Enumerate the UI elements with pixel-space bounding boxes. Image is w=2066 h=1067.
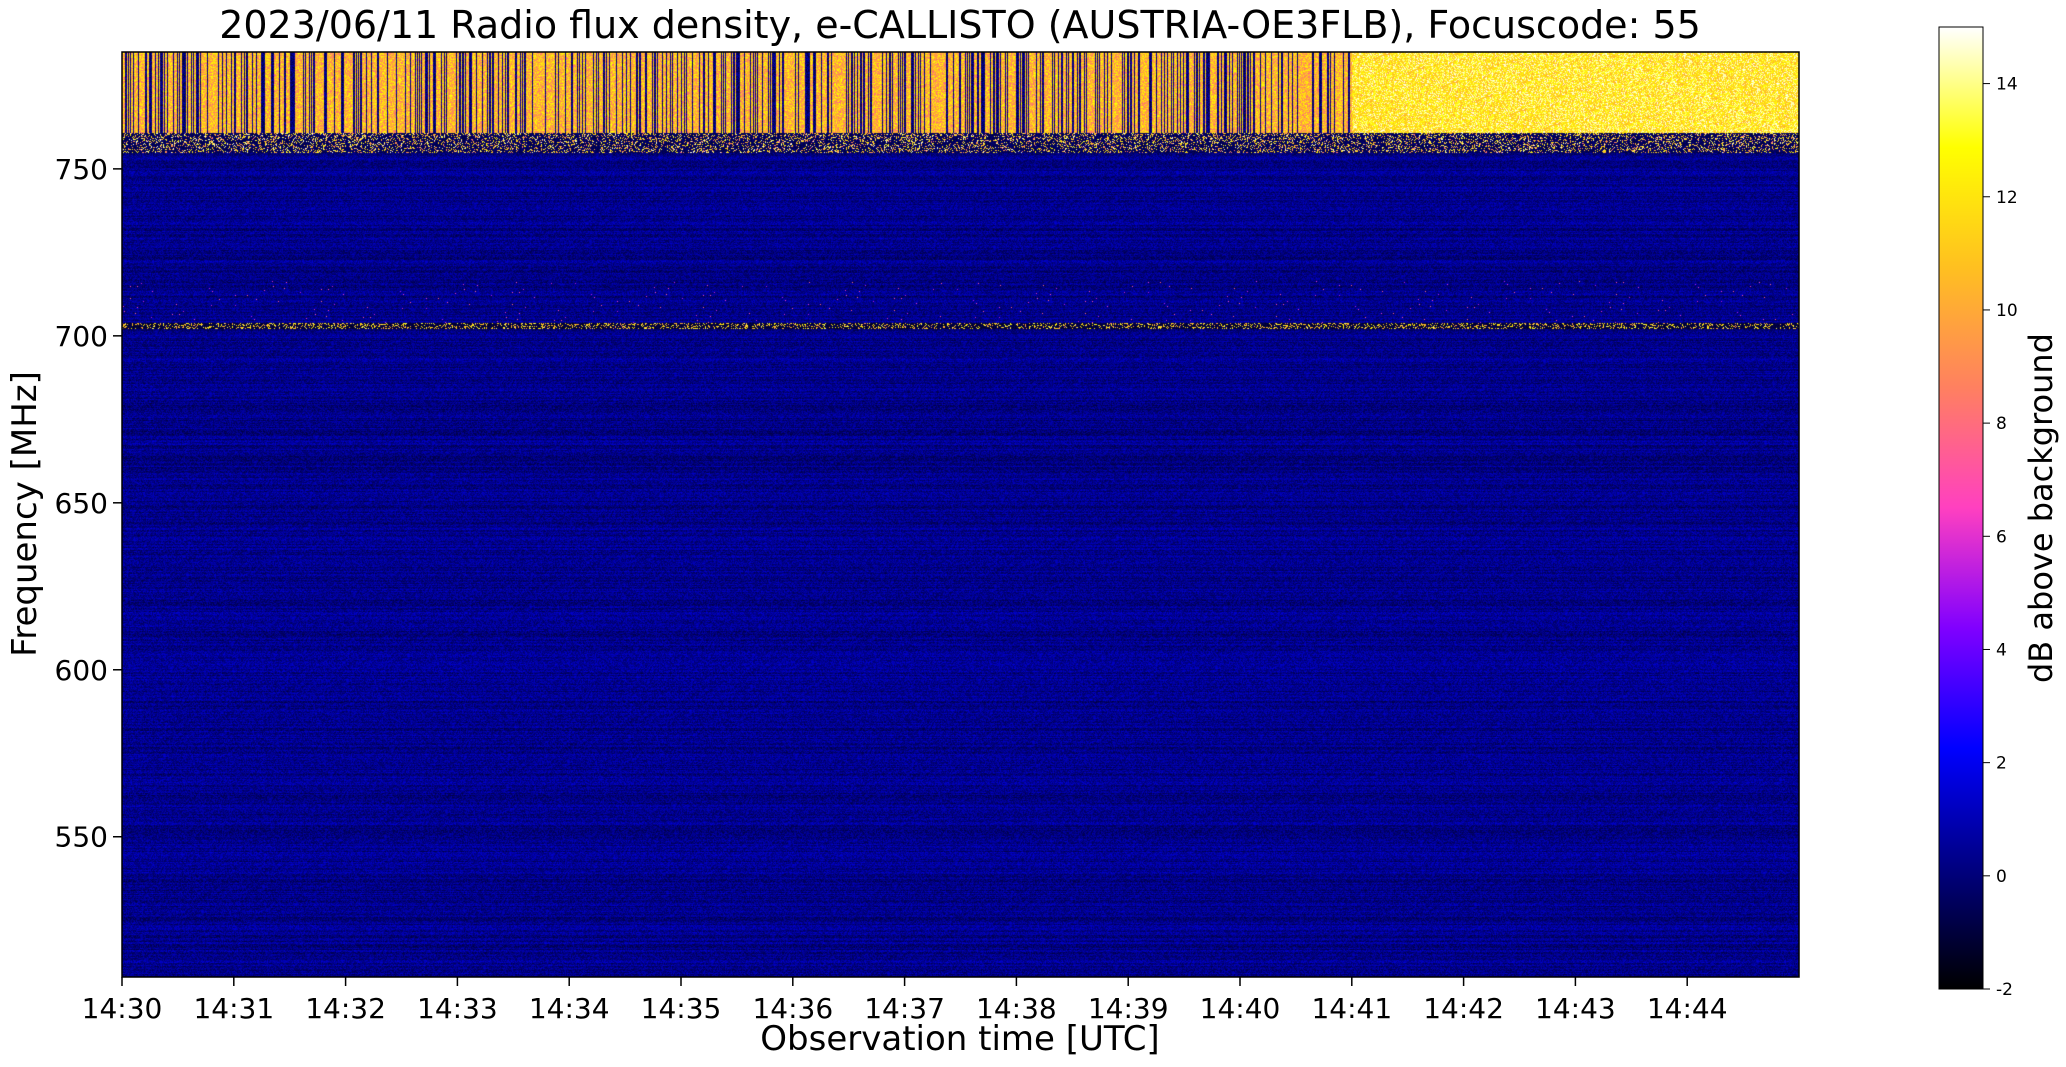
- x-tick-label: 14:35: [641, 992, 722, 1025]
- x-tick-label: 14:32: [305, 992, 386, 1025]
- x-axis-label: Observation time [UTC]: [760, 1019, 1159, 1059]
- x-tick-label: 14:33: [417, 992, 498, 1025]
- spectrogram-heatmap: [122, 52, 1799, 977]
- x-tick-label: 14:43: [1535, 992, 1616, 1025]
- x-axis: 14:30 14:31 14:32 14:33 14:34 14:35 14:36 14:37…: [82, 977, 1728, 1025]
- colorbar-label: dB above background: [2022, 333, 2060, 683]
- spectrogram-figure: 2023/06/11 Radio flux density, e-CALLIST…: [5, 3, 2060, 1059]
- y-tick-label: 600: [55, 654, 108, 687]
- x-tick-label: 14:31: [193, 992, 274, 1025]
- y-tick-label: 550: [55, 821, 108, 854]
- y-axis: 550 600 650 700 750: [55, 153, 122, 854]
- colorbar-tick-label: 10: [1996, 301, 2018, 321]
- colorbar-tick-label: -2: [1996, 980, 2013, 1000]
- colorbar-tick-label: 4: [1996, 640, 2007, 660]
- x-tick-label: 14:30: [82, 992, 163, 1025]
- y-tick-label: 750: [55, 153, 108, 186]
- colorbar-tick-label: 14: [1996, 75, 2018, 95]
- colorbar-axis: -2 0 2 4 6 8 10 12 14: [1983, 75, 2018, 1000]
- x-tick-label: 14:44: [1647, 992, 1728, 1025]
- x-tick-label: 14:41: [1311, 992, 1392, 1025]
- colorbar-tick-label: 2: [1996, 754, 2007, 774]
- colorbar-tick-label: 12: [1996, 188, 2018, 208]
- colorbar-tick-label: 0: [1996, 867, 2007, 887]
- y-axis-label: Frequency [MHz]: [5, 371, 45, 657]
- colorbar: [1938, 26, 1984, 990]
- colorbar-tick-label: 6: [1996, 527, 2007, 547]
- colorbar-tick-label: 8: [1996, 414, 2007, 434]
- chart-title: 2023/06/11 Radio flux density, e-CALLIST…: [219, 3, 1701, 47]
- y-tick-label: 650: [55, 487, 108, 520]
- x-tick-label: 14:42: [1423, 992, 1504, 1025]
- y-tick-label: 700: [55, 320, 108, 353]
- x-tick-label: 14:40: [1200, 992, 1281, 1025]
- x-tick-label: 14:34: [529, 992, 610, 1025]
